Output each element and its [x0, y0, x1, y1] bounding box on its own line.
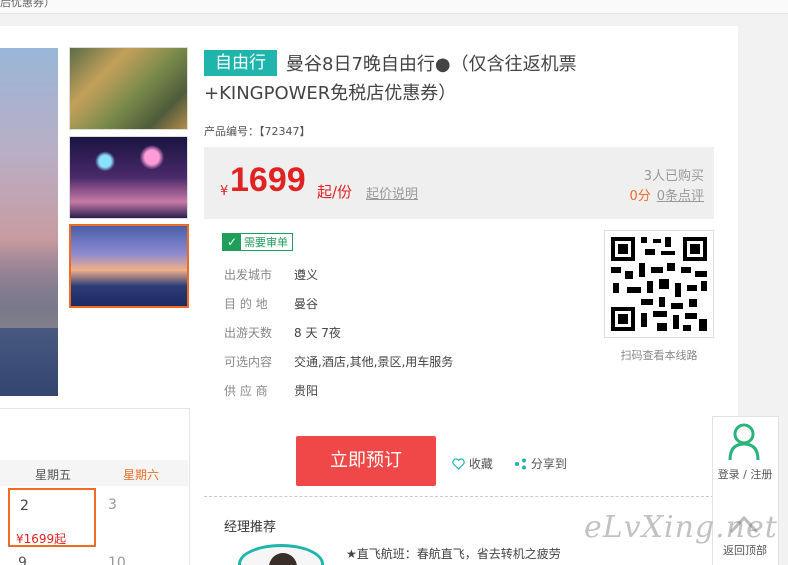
login-register-link[interactable]: 登录 / 注册: [714, 466, 776, 482]
weekday-saturday: 星期六: [123, 468, 160, 482]
thumbnail-temple-selected[interactable]: [69, 224, 189, 308]
info-row-departure: 出发城市 遵义: [224, 266, 318, 283]
info-value: 贵阳: [294, 384, 319, 398]
top-strip: 后优惠券）: [0, 0, 788, 14]
score: 0分: [629, 189, 651, 204]
info-key: 出游天数: [224, 326, 273, 340]
favorite-label: 收藏: [468, 457, 493, 471]
bought-count: 3人已购买: [643, 169, 704, 184]
info-row-duration: 出游天数 8 天 7夜: [224, 324, 341, 341]
calendar-day-selected[interactable]: 2 ¥1699起: [8, 488, 96, 547]
product-tag: 自由行: [204, 50, 277, 76]
badge-text: 需要审单: [244, 236, 288, 249]
top-strip-text: 后优惠券）: [0, 0, 55, 9]
info-value: 遵义: [294, 268, 319, 282]
price-unit: 起/份: [317, 183, 353, 201]
weekday-friday: 星期五: [35, 468, 72, 482]
calendar-day[interactable]: 10: [108, 555, 126, 565]
thumbnail-show[interactable]: [69, 136, 188, 219]
price-note-link[interactable]: 起价说明: [366, 183, 418, 202]
product-number: 产品编号：【72347】: [204, 125, 311, 138]
thumbnail-floating-market[interactable]: [69, 47, 188, 130]
check-icon: ✓: [223, 234, 241, 250]
info-value: 8 天 7夜: [294, 326, 341, 340]
book-now-button[interactable]: 立即预订: [296, 436, 436, 486]
info-value: 交通,酒店,其他,景区,用车服务: [294, 355, 454, 369]
calendar-day[interactable]: 9: [18, 555, 27, 565]
review-required-badge: ✓ 需要审单: [222, 233, 293, 251]
qr-code-icon: [611, 237, 707, 331]
currency-symbol: ¥: [220, 184, 229, 199]
info-row-options: 可选内容 交通,酒店,其他,景区,用车服务: [224, 353, 453, 370]
watermark: eLvXing.net: [584, 510, 778, 545]
price-box: ¥ 1699 起/份 起价说明 3人已购买 0分 0条点评: [204, 147, 714, 219]
info-key: 可选内容: [224, 355, 273, 369]
share-label: 分享到: [530, 457, 567, 471]
info-value: 曼谷: [294, 297, 319, 311]
heart-icon: [452, 458, 465, 470]
qr-caption: 扫码查看本线路: [620, 349, 698, 362]
info-key: 供 应 商: [224, 384, 268, 398]
manager-recommendation: ★直飞航班：春航直飞，省去转机之疲劳: [346, 547, 561, 561]
rating-line: 0分 0条点评: [629, 185, 704, 204]
day-number: 2: [20, 498, 29, 514]
qr-code: [604, 230, 714, 338]
calendar-header: 星期五 星期六: [0, 460, 188, 486]
info-key: 目 的 地: [224, 297, 268, 311]
share-button[interactable]: 分享到: [514, 455, 567, 472]
day-price: ¥1699起: [16, 532, 67, 546]
favorite-button[interactable]: 收藏: [452, 455, 493, 472]
manager-heading: 经理推荐: [224, 520, 277, 535]
divider: [204, 496, 714, 497]
calendar-day[interactable]: 3: [108, 497, 117, 513]
price-amount: 1699: [230, 161, 306, 199]
info-row-destination: 目 的 地 曼谷: [224, 295, 318, 312]
info-row-supplier: 供 应 商 贵阳: [224, 382, 318, 399]
user-icon[interactable]: [727, 422, 761, 462]
hero-image: [0, 48, 58, 396]
share-icon: [515, 458, 526, 470]
reviews-link[interactable]: 0条点评: [657, 189, 704, 204]
info-key: 出发城市: [224, 268, 273, 282]
